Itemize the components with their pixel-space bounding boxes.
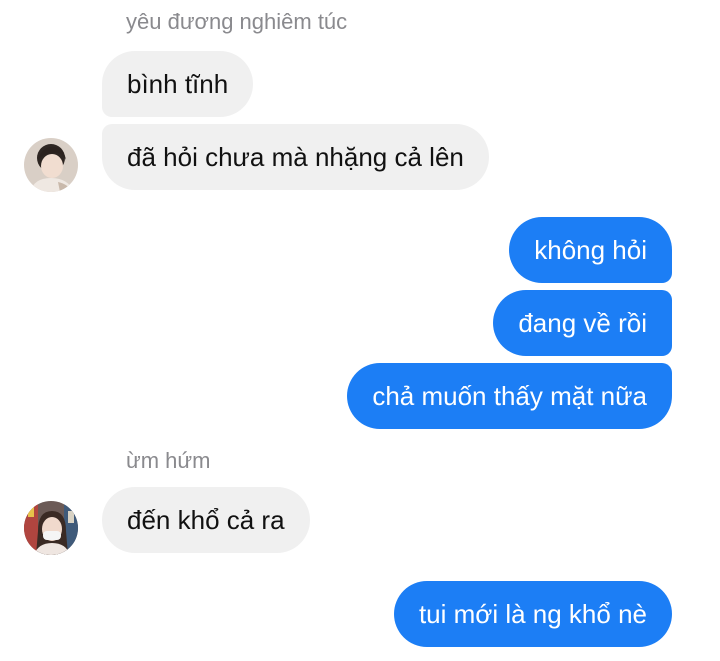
incoming-message-bubble[interactable]: đến khổ cả ra	[102, 487, 310, 553]
outgoing-message-bubble[interactable]: tui mới là ng khổ nè	[393, 581, 672, 647]
contact-avatar-1[interactable]	[24, 138, 78, 192]
contact-photo-avatar	[24, 138, 78, 192]
sender-name-2: ừm hứm	[126, 448, 211, 473]
sender-name-1: yêu đương nghiêm túc	[126, 9, 348, 34]
incoming-message-bubble[interactable]: đã hỏi chưa mà nhặng cả lên	[102, 124, 489, 190]
outgoing-message-bubble[interactable]: không hỏi	[509, 217, 672, 283]
incoming-message-bubble[interactable]: bình tĩnh	[102, 51, 254, 117]
outgoing-message-bubble[interactable]: chả muốn thấy mặt nữa	[347, 363, 672, 429]
contact-avatar-2[interactable]	[24, 501, 78, 555]
outgoing-message-bubble[interactable]: đang về rồi	[493, 290, 672, 356]
contact-photo-avatar	[24, 501, 78, 555]
